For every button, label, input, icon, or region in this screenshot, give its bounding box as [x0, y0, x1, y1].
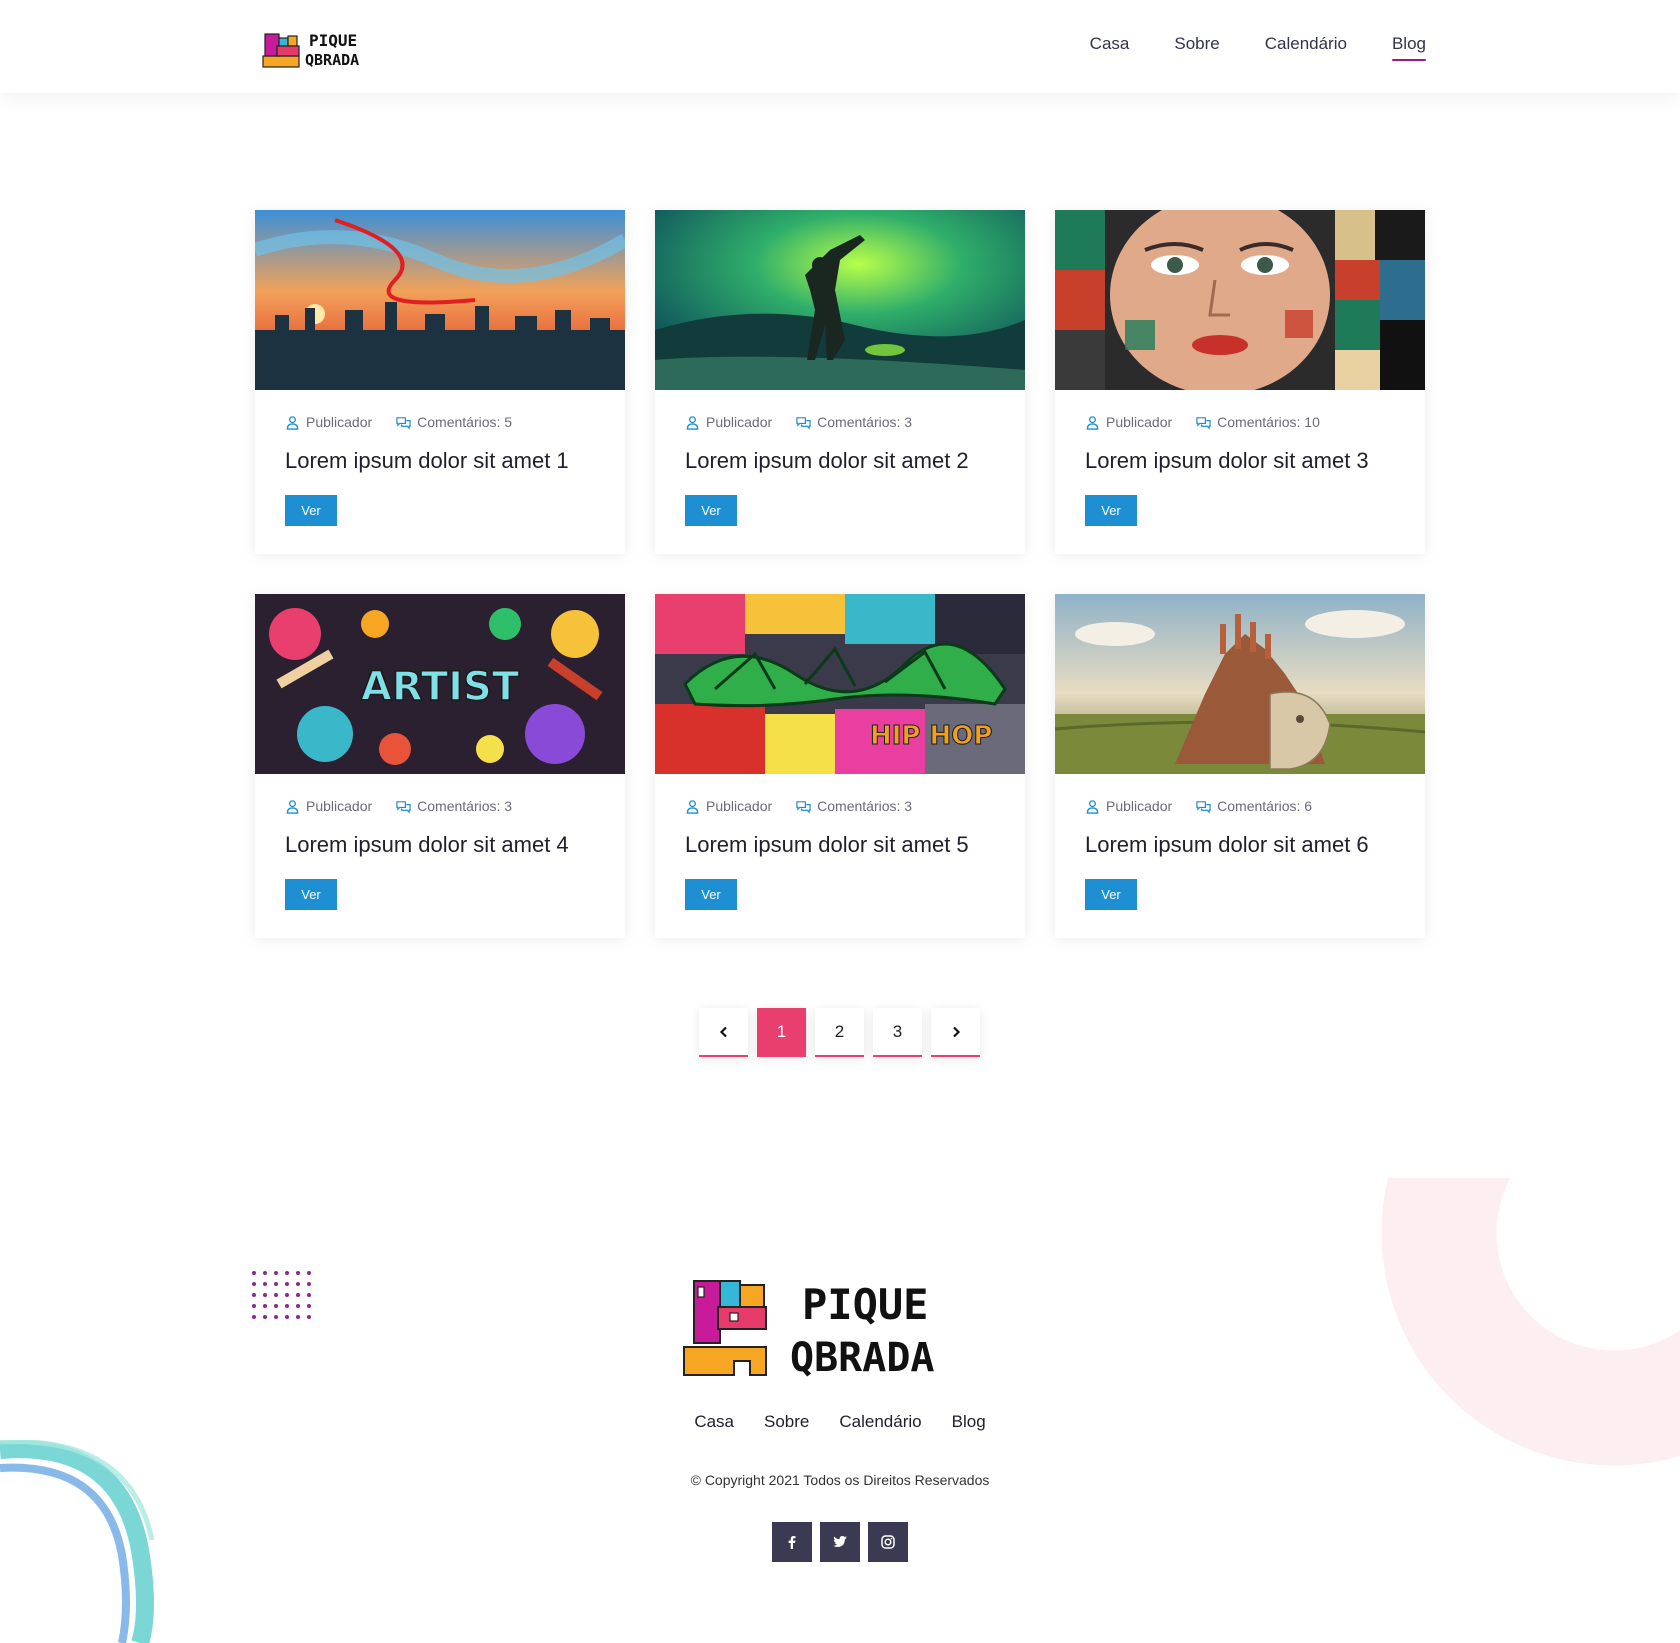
view-post-button[interactable]: Ver: [285, 879, 337, 910]
decorative-ring: [1382, 1178, 1680, 1466]
view-post-button[interactable]: Ver: [1085, 879, 1137, 910]
post-meta: Publicador Comentários: 3: [685, 412, 995, 432]
post-author[interactable]: Publicador: [285, 414, 372, 430]
footer-nav-sobre[interactable]: Sobre: [764, 1412, 809, 1432]
blog-card: ARTIST Publicador Comentários: 3 Lorem i…: [255, 594, 625, 938]
post-title[interactable]: Lorem ipsum dolor sit amet 3: [1085, 447, 1395, 475]
post-title[interactable]: Lorem ipsum dolor sit amet 5: [685, 831, 995, 859]
pagination-prev[interactable]: [699, 1008, 748, 1057]
blog-card: HIP HOP Publicador Comentários: 3 Lorem …: [655, 594, 1025, 938]
footer-logo-text-line2: QBRADA: [790, 1335, 935, 1380]
footer-nav-blog[interactable]: Blog: [952, 1412, 986, 1432]
user-icon: [686, 415, 699, 430]
copyright-text: © Copyright 2021 Todos os Direitos Reser…: [690, 1472, 990, 1488]
post-meta: Publicador Comentários: 3: [285, 796, 595, 816]
post-image-castle-head[interactable]: [1055, 594, 1425, 774]
user-icon: [286, 415, 299, 430]
facebook-link[interactable]: [772, 1522, 812, 1562]
user-icon: [1086, 799, 1099, 814]
post-author[interactable]: Publicador: [1085, 798, 1172, 814]
logo-text-line1: PIQUE: [309, 31, 357, 50]
post-meta: Publicador Comentários: 5: [285, 412, 595, 432]
post-title[interactable]: Lorem ipsum dolor sit amet 4: [285, 831, 595, 859]
view-post-button[interactable]: Ver: [685, 879, 737, 910]
svg-text:HIP HOP: HIP HOP: [870, 721, 992, 751]
post-image-sunset-city[interactable]: [255, 210, 625, 390]
post-author[interactable]: Publicador: [685, 798, 772, 814]
main-nav: Casa Sobre Calendário Blog: [1090, 30, 1427, 61]
pagination: 1 2 3: [699, 1008, 980, 1057]
view-post-button[interactable]: Ver: [1085, 495, 1137, 526]
post-image-artist-doodle[interactable]: ARTIST: [255, 594, 625, 774]
view-post-button[interactable]: Ver: [285, 495, 337, 526]
footer-nav-calendario[interactable]: Calendário: [839, 1412, 921, 1432]
post-comments[interactable]: Comentários: 3: [396, 798, 512, 814]
post-title[interactable]: Lorem ipsum dolor sit amet 6: [1085, 831, 1395, 859]
post-comments[interactable]: Comentários: 6: [1196, 798, 1312, 814]
nav-item-blog[interactable]: Blog: [1391, 30, 1427, 61]
nav-item-casa[interactable]: Casa: [1090, 30, 1130, 58]
blog-card: Publicador Comentários: 5 Lorem ipsum do…: [255, 210, 625, 554]
instagram-link[interactable]: [868, 1522, 908, 1562]
chevron-right-icon: [952, 1026, 960, 1037]
pagination-page-2[interactable]: 2: [815, 1008, 864, 1057]
twitter-link[interactable]: [820, 1522, 860, 1562]
site-logo[interactable]: PIQUE QBRADA: [261, 28, 379, 70]
user-icon: [686, 799, 699, 814]
footer-nav-casa[interactable]: Casa: [694, 1412, 734, 1432]
comments-icon: [1196, 800, 1211, 814]
comments-icon: [396, 800, 411, 814]
svg-text:ARTIST: ARTIST: [361, 664, 520, 710]
facebook-icon: [788, 1536, 796, 1549]
nav-item-sobre[interactable]: Sobre: [1174, 30, 1219, 58]
post-title[interactable]: Lorem ipsum dolor sit amet 2: [685, 447, 995, 475]
pagination-next[interactable]: [931, 1008, 980, 1057]
post-comments[interactable]: Comentários: 3: [796, 798, 912, 814]
blog-card: Publicador Comentários: 6 Lorem ipsum do…: [1055, 594, 1425, 938]
view-post-button[interactable]: Ver: [685, 495, 737, 526]
social-links: [0, 1522, 1680, 1562]
post-author[interactable]: Publicador: [1085, 414, 1172, 430]
post-meta: Publicador Comentários: 3: [685, 796, 995, 816]
post-comments[interactable]: Comentários: 10: [1196, 414, 1320, 430]
pagination-page-3[interactable]: 3: [873, 1008, 922, 1057]
footer-nav: Casa Sobre Calendário Blog: [0, 1412, 1680, 1432]
comments-icon: [796, 800, 811, 814]
decorative-dots: [252, 1271, 311, 1319]
post-comments[interactable]: Comentários: 3: [796, 414, 912, 430]
user-icon: [1086, 415, 1099, 430]
post-image-green-figure[interactable]: [655, 210, 1025, 390]
post-author[interactable]: Publicador: [285, 798, 372, 814]
footer-logo[interactable]: PIQUE QBRADA: [682, 1275, 992, 1380]
comments-icon: [1196, 416, 1211, 430]
instagram-icon: [881, 1535, 895, 1549]
post-image-face-mural[interactable]: [1055, 210, 1425, 390]
blog-card: Publicador Comentários: 10 Lorem ipsum d…: [1055, 210, 1425, 554]
post-comments[interactable]: Comentários: 5: [396, 414, 512, 430]
user-icon: [286, 799, 299, 814]
nav-item-calendario[interactable]: Calendário: [1265, 30, 1347, 58]
logo-text-line2: QBRADA: [305, 51, 359, 69]
pagination-page-1[interactable]: 1: [757, 1008, 806, 1057]
post-author[interactable]: Publicador: [685, 414, 772, 430]
site-header: PIQUE QBRADA Casa Sobre Calendário Blog: [0, 0, 1680, 93]
post-meta: Publicador Comentários: 6: [1085, 796, 1395, 816]
blog-grid: Publicador Comentários: 5 Lorem ipsum do…: [255, 210, 1425, 938]
post-title[interactable]: Lorem ipsum dolor sit amet 1: [285, 447, 595, 475]
comments-icon: [796, 416, 811, 430]
post-image-graffiti-wall[interactable]: HIP HOP: [655, 594, 1025, 774]
post-meta: Publicador Comentários: 10: [1085, 412, 1395, 432]
footer-logo-text-line1: PIQUE: [802, 1280, 928, 1329]
chevron-left-icon: [719, 1026, 727, 1037]
twitter-icon: [833, 1536, 847, 1547]
blog-card: Publicador Comentários: 3 Lorem ipsum do…: [655, 210, 1025, 554]
comments-icon: [396, 416, 411, 430]
